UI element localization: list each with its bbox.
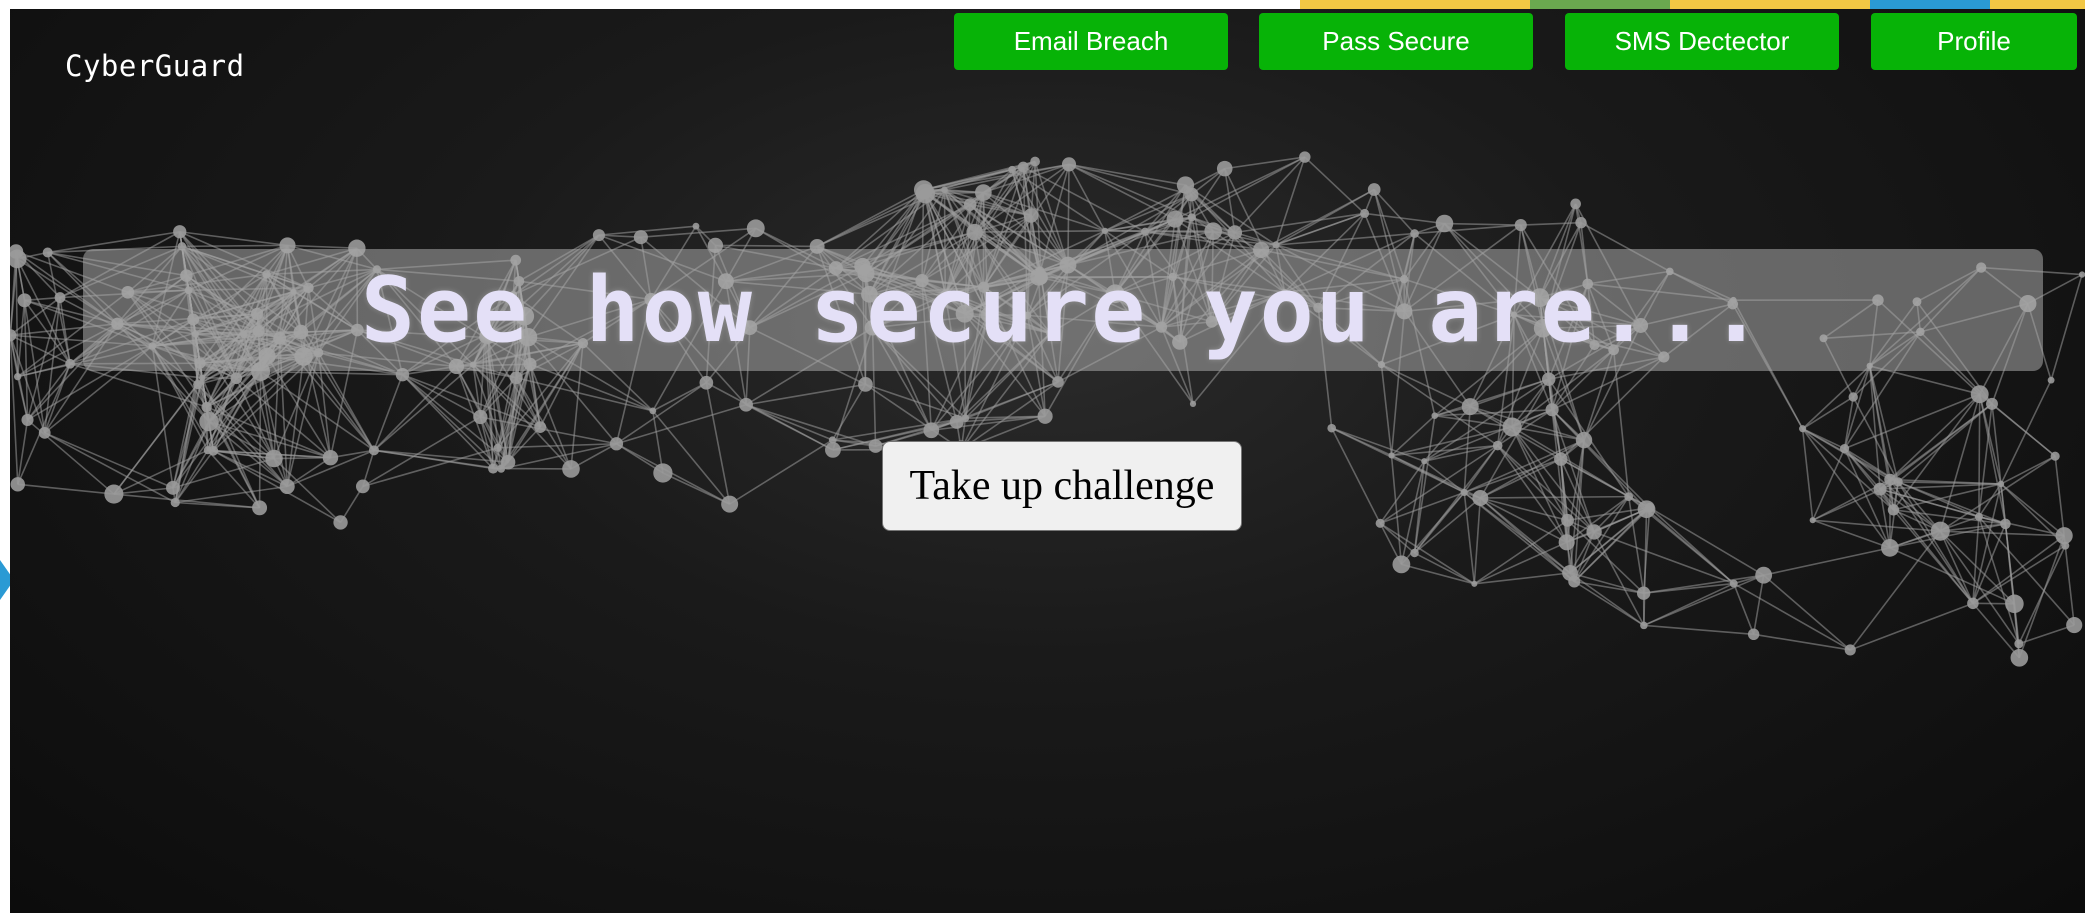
nav-profile-button[interactable]: Profile [1871,13,2077,70]
hero-headline: See how secure you are... [360,257,1766,363]
nav-pass-secure-button[interactable]: Pass Secure [1259,13,1533,70]
brand-logo[interactable]: CyberGuard [65,49,245,83]
hero-section: CyberGuard Email Breach Pass Secure SMS … [10,9,2085,913]
nav-email-breach-button[interactable]: Email Breach [954,13,1228,70]
nav-sms-detector-button[interactable]: SMS Dectector [1565,13,1839,70]
take-challenge-button[interactable]: Take up challenge [882,441,1242,531]
